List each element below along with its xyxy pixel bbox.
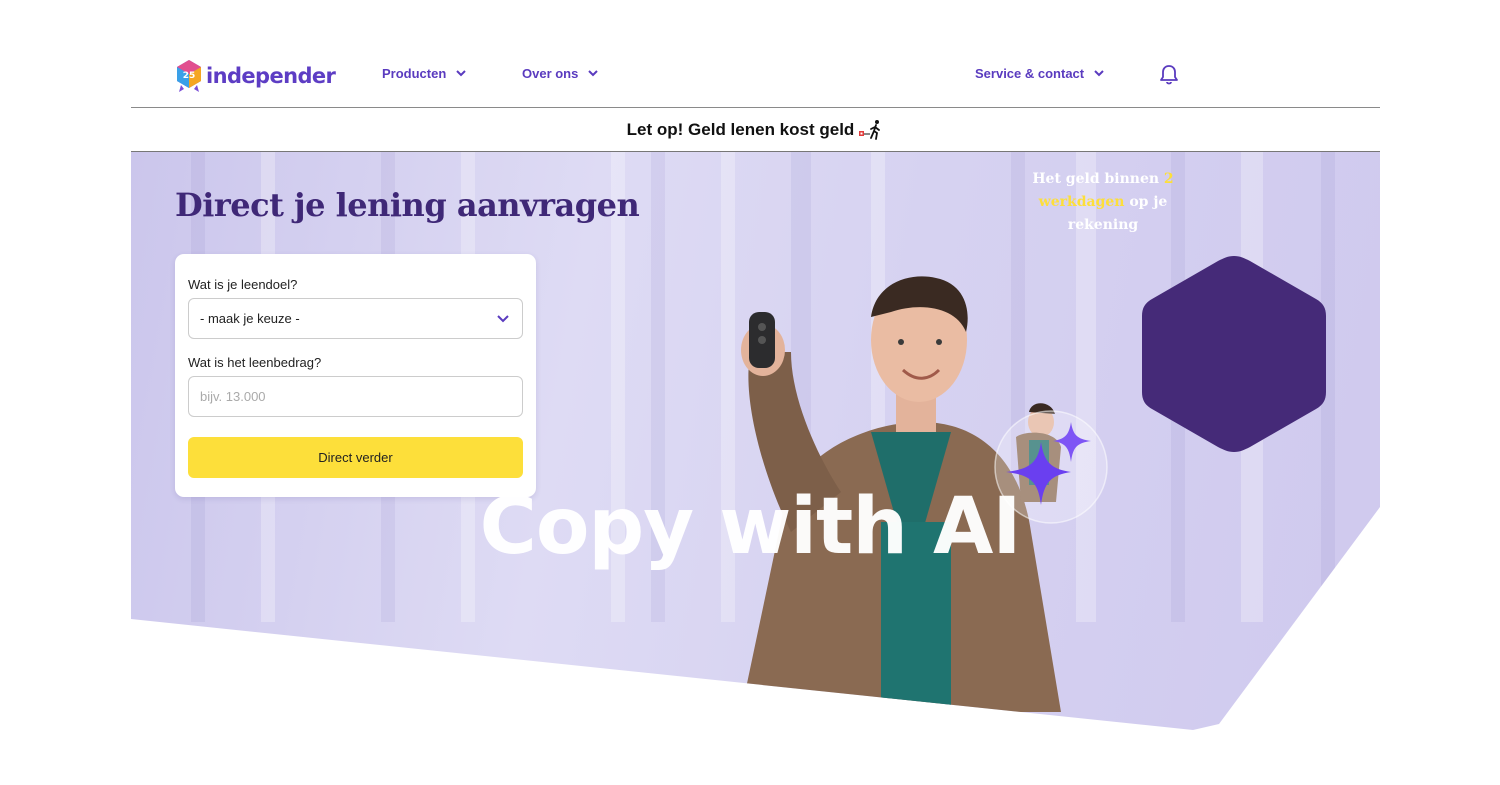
logo-text: independer [206,64,336,88]
direct-verder-button[interactable]: Direct verder [188,437,523,478]
chevron-down-icon [588,70,599,77]
nav-products[interactable]: Producten [382,66,467,81]
logo[interactable]: 25 independer [175,59,336,93]
badge-text-part1: Het geld binnen [1032,171,1164,187]
purpose-select-value: - maak je keuze - [200,311,300,326]
hexagon-badge [1142,256,1326,452]
logo-hexagon-icon: 25 [175,59,203,93]
loan-form-card: Wat is je leendoel? - maak je keuze - Wa… [175,254,536,497]
nav-service-label: Service & contact [975,66,1085,81]
badge-text: Het geld binnen 2 werkdagen op je rekeni… [1019,168,1187,237]
amount-input[interactable] [188,376,523,417]
site-header: 25 independer Producten Over ons Service… [131,50,1380,108]
background-stripe [651,152,665,622]
nav-products-label: Producten [382,66,447,81]
warning-text: Let op! Geld lenen kost geld [626,120,855,139]
sparkle-stars-icon [994,410,1108,524]
warning-walking-person-icon [859,120,881,140]
purpose-select[interactable]: - maak je keuze - [188,298,523,339]
logo-badge: 25 [183,71,196,81]
hero-section: Direct je lening aanvragen Wat is je lee… [131,152,1380,730]
nav-about[interactable]: Over ons [522,66,599,81]
nav-about-label: Over ons [522,66,579,81]
nav-service[interactable]: Service & contact [975,66,1104,81]
chevron-down-icon [456,70,467,77]
purpose-label: Wat is je leendoel? [188,277,298,292]
amount-label: Wat is het leenbedrag? [188,355,322,370]
loan-warning-bar: Let op! Geld lenen kost geld [131,109,1380,152]
hero-title: Direct je lening aanvragen [175,186,640,224]
bell-icon[interactable] [1159,64,1179,91]
chevron-down-icon [1094,70,1104,77]
chevron-down-icon [497,314,509,322]
